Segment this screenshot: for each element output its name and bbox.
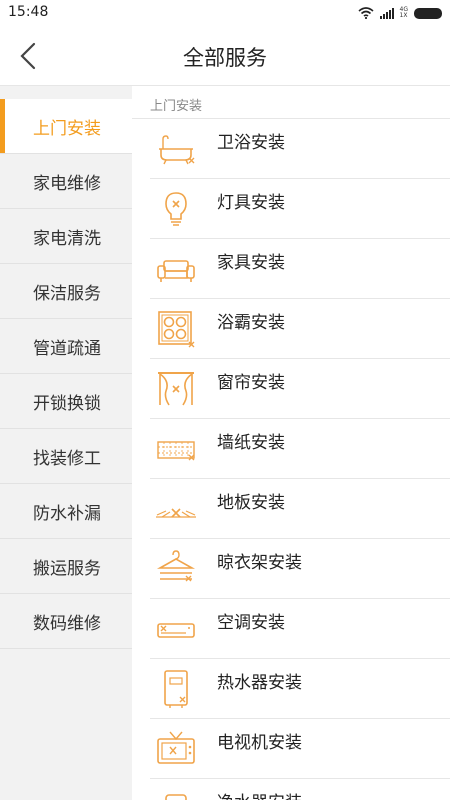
sidebar-item-label: 家电清洗 xyxy=(33,228,101,249)
tv-icon xyxy=(157,731,195,764)
service-item[interactable]: 净水器安装 xyxy=(150,779,450,800)
sidebar-item-installation[interactable]: 上门安装 xyxy=(0,99,132,154)
service-item[interactable]: 家具安装 xyxy=(150,239,450,299)
service-label: 窗帘安装 xyxy=(217,373,285,393)
service-item[interactable]: 灯具安装 xyxy=(150,179,450,239)
service-label: 浴霸安装 xyxy=(217,313,285,333)
service-label: 卫浴安装 xyxy=(217,133,285,153)
network-type: 4G 1X xyxy=(399,6,408,19)
service-item[interactable]: 热水器安装 xyxy=(150,659,450,719)
service-list: 上门安装 卫浴安装 灯具安装 家具安装 浴霸安装 窗帘安装 墙纸安装 地板安装 … xyxy=(132,86,450,800)
service-item[interactable]: 墙纸安装 xyxy=(150,419,450,479)
sidebar-item-moving[interactable]: 搬运服务 xyxy=(0,539,132,594)
sidebar-item-pipe-unclogging[interactable]: 管道疏通 xyxy=(0,319,132,374)
lightbulb-icon xyxy=(165,192,187,226)
status-time: 15:48 xyxy=(8,4,49,20)
sidebar-item-label: 保洁服务 xyxy=(33,283,101,304)
service-label: 灯具安装 xyxy=(217,193,285,213)
sidebar-item-renovation-worker[interactable]: 找装修工 xyxy=(0,429,132,484)
sidebar-item-digital-repair[interactable]: 数码维修 xyxy=(0,594,132,649)
battery-icon xyxy=(414,7,442,19)
section-title: 上门安装 xyxy=(132,86,450,119)
service-label: 家具安装 xyxy=(217,253,285,273)
service-label: 空调安装 xyxy=(217,613,285,633)
sidebar-item-label: 找装修工 xyxy=(33,448,101,469)
wifi-icon xyxy=(358,7,374,19)
service-item[interactable]: 晾衣架安装 xyxy=(150,539,450,599)
service-item[interactable]: 电视机安装 xyxy=(150,719,450,779)
bathtub-icon xyxy=(159,135,195,165)
sidebar-item-label: 管道疏通 xyxy=(33,338,101,359)
wallpaper-icon xyxy=(157,441,195,461)
service-item[interactable]: 浴霸安装 xyxy=(150,299,450,359)
service-label: 电视机安装 xyxy=(217,733,302,753)
service-item[interactable]: 地板安装 xyxy=(150,479,450,539)
curtain-icon xyxy=(158,372,194,406)
sofa-icon xyxy=(157,260,195,282)
signal-icon xyxy=(379,8,394,19)
service-label: 热水器安装 xyxy=(217,673,302,693)
sidebar-item-label: 家电维修 xyxy=(33,173,101,194)
sidebar-item-label: 防水补漏 xyxy=(33,503,101,524)
sidebar-item-housekeeping[interactable]: 保洁服务 xyxy=(0,264,132,319)
service-item[interactable]: 卫浴安装 xyxy=(150,119,450,179)
service-label: 墙纸安装 xyxy=(217,433,285,453)
air-conditioner-icon xyxy=(157,623,195,638)
status-bar: 15:48 4G 1X xyxy=(0,0,450,26)
status-icons: 4G 1X xyxy=(358,5,442,21)
service-item[interactable]: 窗帘安装 xyxy=(150,359,450,419)
page-title: 全部服务 xyxy=(183,46,267,70)
service-label: 净水器安装 xyxy=(217,788,302,800)
sidebar-item-label: 上门安装 xyxy=(33,118,101,139)
header: 全部服务 xyxy=(0,26,450,86)
sidebar-item-label: 数码维修 xyxy=(33,613,101,634)
sidebar-item-label: 开锁换锁 xyxy=(33,393,101,414)
category-sidebar: 上门安装 家电维修 家电清洗 保洁服务 管道疏通 开锁换锁 找装修工 防水补漏 … xyxy=(0,86,132,800)
service-label: 晾衣架安装 xyxy=(217,553,302,573)
sidebar-item-waterproofing[interactable]: 防水补漏 xyxy=(0,484,132,539)
sidebar-item-locksmith[interactable]: 开锁换锁 xyxy=(0,374,132,429)
sidebar-item-appliance-cleaning[interactable]: 家电清洗 xyxy=(0,209,132,264)
service-item[interactable]: 空调安装 xyxy=(150,599,450,659)
clothes-hanger-icon xyxy=(156,550,196,582)
sidebar-item-label: 搬运服务 xyxy=(33,558,101,579)
water-heater-icon xyxy=(164,670,188,708)
floor-icon xyxy=(156,508,196,518)
bath-heater-icon xyxy=(158,311,195,348)
sidebar-item-appliance-repair[interactable]: 家电维修 xyxy=(0,154,132,209)
water-purifier-icon xyxy=(165,794,187,800)
service-label: 地板安装 xyxy=(217,493,285,513)
